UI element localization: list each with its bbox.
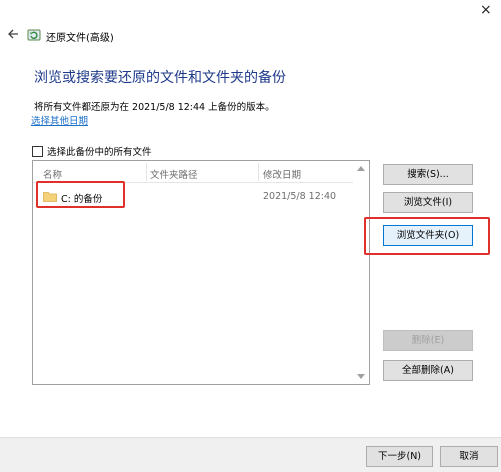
folder-icon (43, 192, 57, 202)
scroll-up-icon[interactable] (357, 166, 365, 171)
column-header-name[interactable]: 名称 (43, 167, 62, 181)
scroll-down-icon[interactable] (357, 374, 365, 379)
list-scrollbar[interactable] (353, 161, 369, 384)
back-arrow-icon[interactable] (6, 27, 20, 41)
browse-folders-button[interactable]: 浏览文件夹(O) (383, 225, 473, 246)
page-heading: 浏览或搜索要还原的文件和文件夹的备份 (34, 70, 286, 86)
select-all-label: 选择此备份中的所有文件 (47, 147, 152, 158)
restore-description: 将所有文件都还原为在 2021/5/8 12:44 上备份的版本。 (34, 102, 275, 113)
list-item[interactable]: C: 的备份 2021/5/8 12:40 (33, 185, 355, 207)
next-button[interactable]: 下一步(N) (366, 446, 433, 467)
column-separator[interactable] (146, 163, 147, 181)
column-header-modified-date[interactable]: 修改日期 (263, 167, 301, 181)
cancel-button[interactable]: 取消 (440, 446, 498, 467)
column-separator[interactable] (258, 163, 259, 181)
search-button[interactable]: 搜索(S)... (383, 164, 473, 185)
select-all-checkbox-row[interactable]: 选择此备份中的所有文件 (32, 144, 152, 158)
select-all-checkbox[interactable] (32, 145, 43, 157)
list-header: 名称 文件夹路径 修改日期 (33, 161, 355, 183)
choose-other-date-link[interactable]: 选择其他日期 (31, 113, 88, 127)
backup-restore-icon (27, 29, 41, 41)
window-title: 还原文件(高级) (46, 33, 114, 44)
list-item-modified: 2021/5/8 12:40 (263, 191, 337, 202)
delete-button[interactable]: 删除(E) (383, 330, 473, 351)
file-list[interactable]: 名称 文件夹路径 修改日期 C: 的备份 2021/5/8 12:40 (32, 160, 370, 385)
column-header-folder-path[interactable]: 文件夹路径 (150, 167, 198, 181)
list-item-name: C: 的备份 (61, 194, 103, 205)
delete-all-button[interactable]: 全部删除(A) (383, 360, 473, 381)
close-icon[interactable]: × (480, 2, 492, 18)
browse-files-button[interactable]: 浏览文件(I) (383, 192, 473, 213)
